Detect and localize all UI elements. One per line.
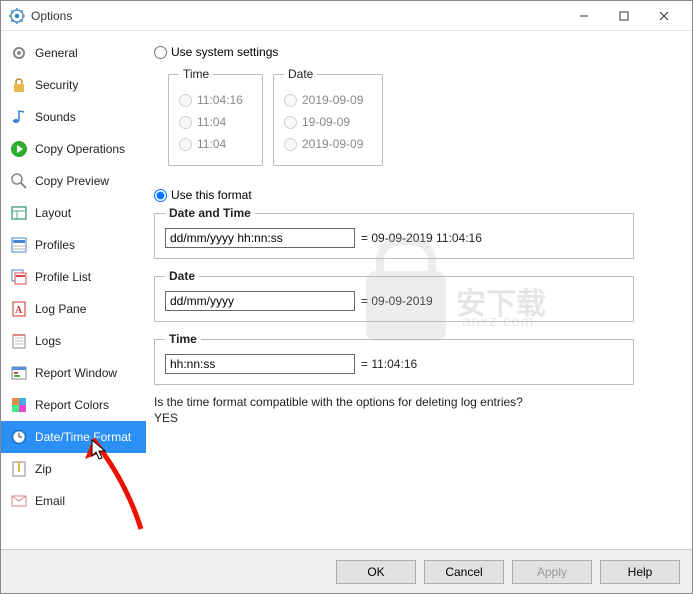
ok-button[interactable]: OK — [336, 560, 416, 584]
time-option-2[interactable]: 11:04 — [179, 133, 252, 155]
clock-icon — [7, 428, 31, 446]
svg-text:A: A — [15, 305, 23, 316]
app-icon — [9, 8, 25, 24]
date-format-group: Date = 09-09-2019 — [154, 269, 634, 322]
datetime-format-input[interactable] — [165, 228, 355, 248]
datetime-format-group: Date and Time = 09-09-2019 11:04:16 — [154, 206, 634, 259]
report-window-icon — [7, 364, 31, 382]
sidebar: General Security Sounds Copy Operations … — [1, 31, 146, 549]
window-title: Options — [31, 9, 564, 23]
date-group: Date 2019-09-09 19-09-09 2019-09-09 — [273, 67, 383, 166]
sidebar-item-label: Sounds — [35, 110, 76, 124]
sidebar-item-label: Log Pane — [35, 302, 86, 316]
date-format-example: = 09-09-2019 — [361, 294, 433, 308]
date-format-input[interactable] — [165, 291, 355, 311]
sidebar-item-label: Report Colors — [35, 398, 109, 412]
sidebar-item-label: Logs — [35, 334, 61, 348]
sidebar-item-copy-operations[interactable]: Copy Operations — [1, 133, 146, 165]
date-format-legend: Date — [165, 269, 199, 283]
close-button[interactable] — [644, 2, 684, 30]
list-multi-icon — [7, 268, 31, 286]
sidebar-item-label: Email — [35, 494, 65, 508]
sidebar-item-security[interactable]: Security — [1, 69, 146, 101]
sidebar-item-general[interactable]: General — [1, 37, 146, 69]
time-format-input[interactable] — [165, 354, 355, 374]
sidebar-item-zip[interactable]: Zip — [1, 453, 146, 485]
body-area: General Security Sounds Copy Operations … — [1, 31, 692, 549]
date-option-1[interactable]: 19-09-09 — [284, 111, 372, 133]
gear-icon — [7, 44, 31, 62]
apply-button[interactable]: Apply — [512, 560, 592, 584]
time-group: Time 11:04:16 11:04 11:04 — [168, 67, 263, 166]
minimize-button[interactable] — [564, 2, 604, 30]
cancel-button[interactable]: Cancel — [424, 560, 504, 584]
list-select-icon — [7, 236, 31, 254]
log-pane-icon: A — [7, 300, 31, 318]
sidebar-item-report-colors[interactable]: Report Colors — [1, 389, 146, 421]
sidebar-item-label: Security — [35, 78, 78, 92]
button-bar: OK Cancel Apply Help — [1, 549, 692, 593]
sidebar-item-log-pane[interactable]: A Log Pane — [1, 293, 146, 325]
compatibility-answer: YES — [154, 411, 674, 425]
sidebar-item-label: Layout — [35, 206, 71, 220]
sidebar-item-label: Zip — [35, 462, 52, 476]
time-option-0[interactable]: 11:04:16 — [179, 89, 252, 111]
color-swatch-icon — [7, 396, 31, 414]
sidebar-item-sounds[interactable]: Sounds — [1, 101, 146, 133]
sidebar-item-label: Date/Time Format — [35, 430, 131, 444]
sidebar-item-label: General — [35, 46, 78, 60]
use-this-format-radio[interactable]: Use this format — [154, 188, 674, 202]
sidebar-item-label: Profile List — [35, 270, 91, 284]
music-note-icon — [7, 108, 31, 126]
content-panel: Use system settings Time 11:04:16 11:04 … — [146, 31, 692, 549]
sidebar-item-email[interactable]: Email — [1, 485, 146, 517]
time-format-group: Time = 11:04:16 — [154, 332, 634, 385]
magnifier-icon — [7, 172, 31, 190]
sidebar-item-label: Report Window — [35, 366, 117, 380]
use-system-settings-radio[interactable]: Use system settings — [154, 45, 674, 59]
sidebar-item-profiles[interactable]: Profiles — [1, 229, 146, 261]
date-option-2[interactable]: 2019-09-09 — [284, 133, 372, 155]
title-bar: Options — [1, 1, 692, 31]
sidebar-item-label: Copy Operations — [35, 142, 125, 156]
sidebar-item-logs[interactable]: Logs — [1, 325, 146, 357]
lock-icon — [7, 76, 31, 94]
use-this-format-label: Use this format — [171, 188, 252, 202]
time-option-1[interactable]: 11:04 — [179, 111, 252, 133]
sidebar-item-label: Profiles — [35, 238, 75, 252]
help-button[interactable]: Help — [600, 560, 680, 584]
envelope-icon — [7, 492, 31, 510]
sidebar-item-label: Copy Preview — [35, 174, 109, 188]
sidebar-item-profile-list[interactable]: Profile List — [1, 261, 146, 293]
sidebar-item-copy-preview[interactable]: Copy Preview — [1, 165, 146, 197]
compatibility-question: Is the time format compatible with the o… — [154, 395, 674, 409]
datetime-format-legend: Date and Time — [165, 206, 255, 220]
datetime-format-example: = 09-09-2019 11:04:16 — [361, 231, 482, 245]
date-legend: Date — [284, 67, 317, 81]
zip-icon — [7, 460, 31, 478]
layout-icon — [7, 204, 31, 222]
time-format-legend: Time — [165, 332, 201, 346]
notepad-icon — [7, 332, 31, 350]
use-system-settings-label: Use system settings — [171, 45, 278, 59]
maximize-button[interactable] — [604, 2, 644, 30]
sidebar-item-layout[interactable]: Layout — [1, 197, 146, 229]
sidebar-item-date-time-format[interactable]: Date/Time Format — [1, 421, 146, 453]
time-legend: Time — [179, 67, 213, 81]
date-option-0[interactable]: 2019-09-09 — [284, 89, 372, 111]
play-icon — [7, 140, 31, 158]
sidebar-item-report-window[interactable]: Report Window — [1, 357, 146, 389]
time-format-example: = 11:04:16 — [361, 357, 417, 371]
